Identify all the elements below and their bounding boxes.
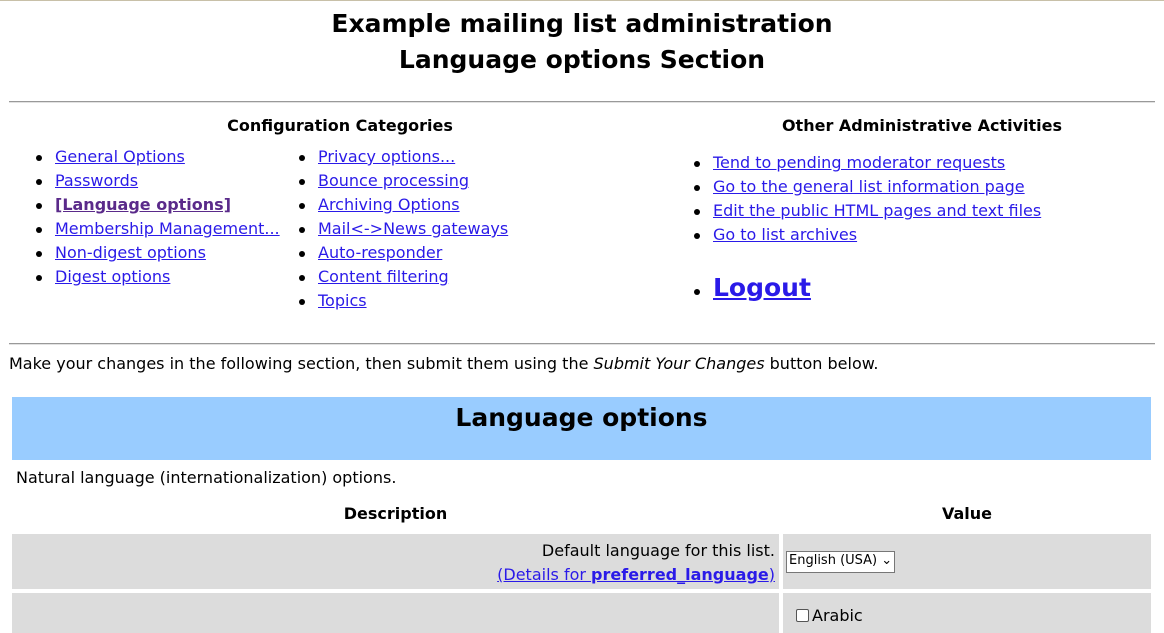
instructions-after: button below. <box>764 354 879 373</box>
instructions-emphasis: Submit Your Changes <box>593 354 765 373</box>
category-general-link[interactable]: General Options <box>55 147 185 166</box>
section-title: Language options <box>455 403 708 432</box>
details-variable: preferred_language <box>591 565 769 584</box>
details-suffix: ) <box>768 565 775 584</box>
option-description-cell <box>12 593 779 633</box>
other-activities-list: Tend to pending moderator requests Go to… <box>693 151 1041 247</box>
section-header: Language options <box>12 397 1151 460</box>
category-passwords-link[interactable]: Passwords <box>55 171 138 190</box>
option-description-cell: Default language for this list. (Details… <box>12 534 779 589</box>
moderator-requests-link[interactable]: Tend to pending moderator requests <box>713 153 1005 172</box>
option-value-cell: Arabic <box>783 593 1151 633</box>
category-autoresponder-link[interactable]: Auto-responder <box>318 243 442 262</box>
section-description: Natural language (internationalization) … <box>16 468 397 487</box>
category-item: Non-digest options <box>36 241 280 265</box>
chevron-down-icon: ⌄ <box>881 553 893 568</box>
language-checkbox-row: Arabic <box>796 606 863 625</box>
category-item: Passwords <box>36 169 280 193</box>
category-item: Membership Management... <box>36 217 280 241</box>
list-archives-link[interactable]: Go to list archives <box>713 225 857 244</box>
other-activities-heading: Other Administrative Activities <box>781 116 1063 135</box>
column-header-value: Value <box>941 504 993 523</box>
option-value-cell: English (USA) ⌄ <box>783 534 1151 589</box>
category-item: Topics <box>298 289 508 313</box>
category-contentfilter-link[interactable]: Content filtering <box>318 267 449 286</box>
category-archiving-link[interactable]: Archiving Options <box>318 195 460 214</box>
logout-item: Logout <box>694 273 811 302</box>
list-info-link[interactable]: Go to the general list information page <box>713 177 1025 196</box>
details-link[interactable]: (Details for preferred_language) <box>497 565 775 584</box>
categories-list-1: General Options Passwords [Language opti… <box>36 145 280 289</box>
language-select-value: English (USA) <box>789 553 878 568</box>
category-item: Privacy options... <box>298 145 508 169</box>
category-item: General Options <box>36 145 280 169</box>
category-topics-link[interactable]: Topics <box>318 291 367 310</box>
column-header-description: Description <box>343 504 448 523</box>
arabic-checkbox[interactable] <box>796 609 809 622</box>
category-item: Content filtering <box>298 265 508 289</box>
option-description: Default language for this list. (Details… <box>497 539 775 587</box>
divider <box>9 101 1155 103</box>
activity-item: Go to the general list information page <box>693 175 1041 199</box>
divider <box>9 343 1155 345</box>
activity-item: Edit the public HTML pages and text file… <box>693 199 1041 223</box>
category-item: [Language options] <box>36 193 280 217</box>
category-nondigest-link[interactable]: Non-digest options <box>55 243 206 262</box>
category-item: Mail<->News gateways <box>298 217 508 241</box>
language-select[interactable]: English (USA) ⌄ <box>786 551 896 573</box>
activity-item: Tend to pending moderator requests <box>693 151 1041 175</box>
category-gateway-link[interactable]: Mail<->News gateways <box>318 219 508 238</box>
category-item: Digest options <box>36 265 280 289</box>
edit-html-link[interactable]: Edit the public HTML pages and text file… <box>713 201 1041 220</box>
page-subtitle: Language options Section <box>398 45 766 74</box>
instructions-text: Make your changes in the following secti… <box>9 354 878 373</box>
logout-link[interactable]: Logout <box>713 273 811 302</box>
category-privacy-link[interactable]: Privacy options... <box>318 147 455 166</box>
arabic-label: Arabic <box>812 606 863 625</box>
instructions-before: Make your changes in the following secti… <box>9 354 594 373</box>
category-item: Auto-responder <box>298 241 508 265</box>
categories-list-2: Privacy options... Bounce processing Arc… <box>298 145 508 313</box>
categories-heading: Configuration Categories <box>227 116 453 135</box>
category-item: Archiving Options <box>298 193 508 217</box>
details-prefix: (Details for <box>497 565 592 584</box>
activity-item: Go to list archives <box>693 223 1041 247</box>
category-bounce-link[interactable]: Bounce processing <box>318 171 469 190</box>
category-language-current-link[interactable]: [Language options] <box>55 195 231 214</box>
category-item: Bounce processing <box>298 169 508 193</box>
category-digest-link[interactable]: Digest options <box>55 267 170 286</box>
page-title: Example mailing list administration <box>331 9 833 38</box>
category-membership-link[interactable]: Membership Management... <box>55 219 280 238</box>
option-description-text: Default language for this list. <box>541 541 775 560</box>
